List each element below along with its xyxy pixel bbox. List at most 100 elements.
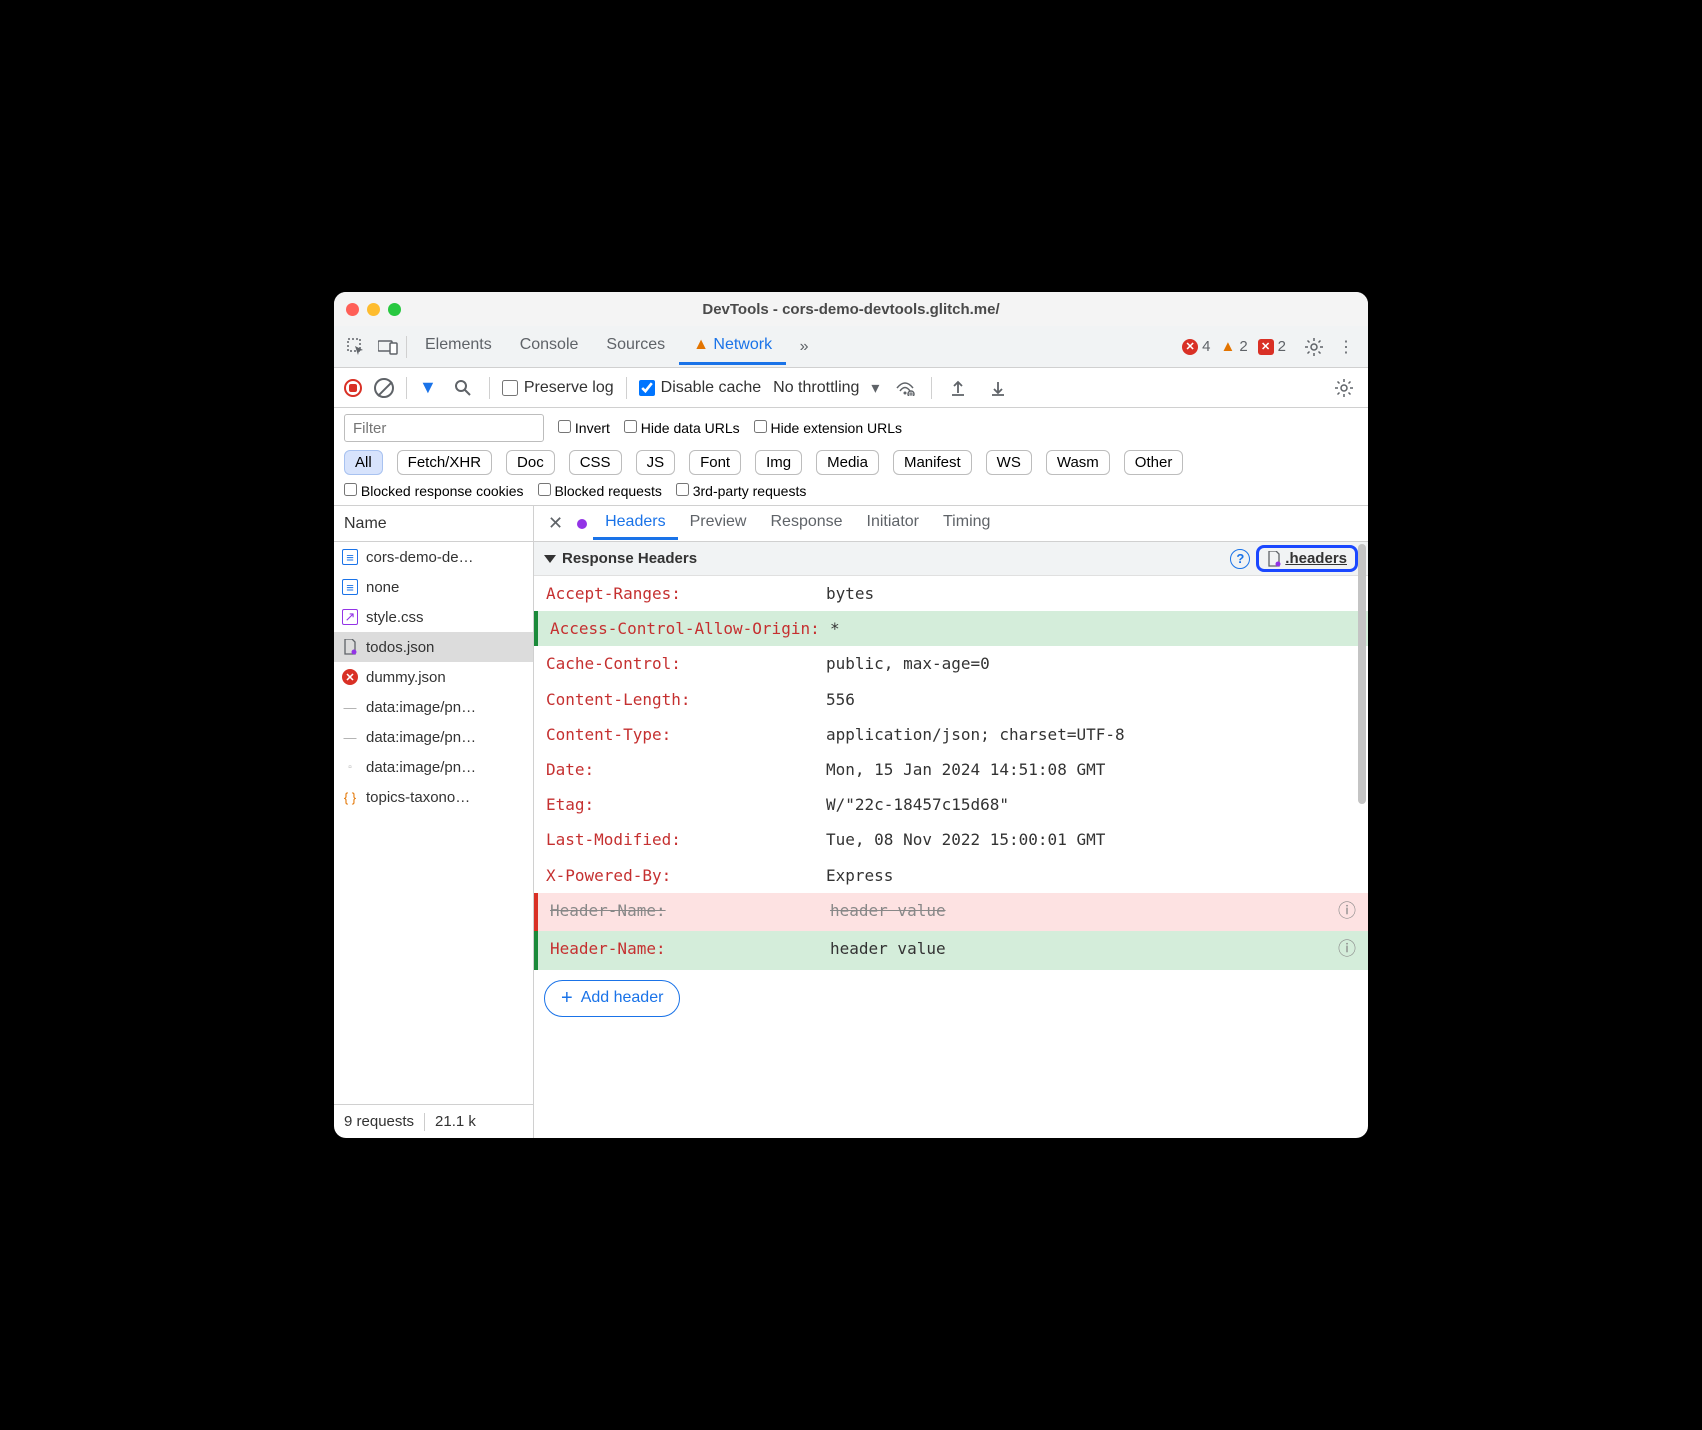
clear-icon[interactable]	[374, 378, 394, 398]
scrollbar[interactable]	[1358, 544, 1366, 804]
header-name: Date:	[546, 756, 826, 783]
error-counters[interactable]: ✕4 ▲2 ✕2	[1182, 338, 1286, 355]
request-row[interactable]: ≡none	[334, 572, 533, 602]
device-icon[interactable]	[374, 333, 402, 361]
add-header-button[interactable]: +Add header	[544, 980, 680, 1017]
transfer-size: 21.1 k	[435, 1113, 476, 1130]
header-value: header value	[830, 897, 1330, 928]
filter-chip-wasm[interactable]: Wasm	[1046, 450, 1110, 475]
filter-chip-css[interactable]: CSS	[569, 450, 622, 475]
window-title: DevTools - cors-demo-devtools.glitch.me/	[334, 301, 1368, 318]
panel-gear-icon[interactable]	[1330, 374, 1358, 402]
filter-chip-img[interactable]: Img	[755, 450, 802, 475]
close-detail-icon[interactable]: ✕	[540, 513, 571, 534]
network-conditions-icon[interactable]	[891, 374, 919, 402]
third-party-checkbox[interactable]: 3rd-party requests	[676, 483, 807, 499]
filter-chip-all[interactable]: All	[344, 450, 383, 475]
request-row[interactable]: ↗style.css	[334, 602, 533, 632]
help-icon[interactable]: ?	[1230, 549, 1250, 569]
warning-icon: ▲	[1220, 338, 1235, 355]
disable-cache-checkbox[interactable]: Disable cache	[639, 379, 762, 397]
info-icon[interactable]: ⓘ	[1338, 935, 1356, 966]
status-bar: 9 requests 21.1 k	[334, 1104, 533, 1138]
request-name: style.css	[366, 609, 424, 626]
filter-chip-ws[interactable]: WS	[986, 450, 1032, 475]
filter-bar: Invert Hide data URLs Hide extension URL…	[334, 408, 1368, 506]
inspect-icon[interactable]	[342, 333, 370, 361]
download-icon[interactable]	[984, 374, 1012, 402]
filter-chip-js[interactable]: JS	[636, 450, 676, 475]
disclosure-triangle-icon[interactable]	[544, 555, 556, 563]
header-row: Header-Name:header valueⓘ	[534, 931, 1368, 970]
hide-data-urls-checkbox[interactable]: Hide data URLs	[624, 420, 740, 436]
detail-tab-preview[interactable]: Preview	[678, 507, 759, 540]
more-tabs-icon[interactable]: »	[790, 333, 818, 361]
request-row[interactable]: { }topics-taxono…	[334, 782, 533, 812]
request-row[interactable]: —data:image/pn…	[334, 692, 533, 722]
blocked-cookies-checkbox[interactable]: Blocked response cookies	[344, 483, 524, 499]
tab-sources[interactable]: Sources	[592, 328, 679, 365]
gear-icon[interactable]	[1300, 333, 1328, 361]
divider	[406, 336, 407, 358]
header-name: Header-Name:	[550, 897, 830, 928]
filter-input[interactable]	[344, 414, 544, 442]
header-row: Cache-Control:public, max-age=0	[534, 646, 1368, 681]
request-list: ≡cors-demo-de…≡none↗style.css todos.json ✕…	[334, 542, 533, 1104]
filter-chip-media[interactable]: Media	[816, 450, 879, 475]
detail-tab-response[interactable]: Response	[758, 507, 854, 540]
header-name: Etag:	[546, 791, 826, 818]
header-row: X-Powered-By:Express	[534, 858, 1368, 893]
detail-tab-initiator[interactable]: Initiator	[855, 507, 931, 540]
invert-checkbox[interactable]: Invert	[558, 420, 610, 436]
request-row[interactable]: todos.json	[334, 632, 533, 662]
request-row[interactable]: ▫data:image/pn…	[334, 752, 533, 782]
request-name: cors-demo-de…	[366, 549, 474, 566]
network-toolbar: ▼ Preserve log Disable cache No throttli…	[334, 368, 1368, 408]
tab-elements[interactable]: Elements	[411, 328, 506, 365]
request-row[interactable]: —data:image/pn…	[334, 722, 533, 752]
hide-extension-urls-checkbox[interactable]: Hide extension URLs	[754, 420, 902, 436]
info-icon[interactable]: ⓘ	[1338, 897, 1356, 928]
headers-override-link[interactable]: .headers	[1256, 545, 1358, 572]
plus-icon: +	[561, 987, 573, 1010]
warning-icon: ▲	[693, 336, 709, 353]
header-row: Date:Mon, 15 Jan 2024 14:51:08 GMT	[534, 752, 1368, 787]
search-icon[interactable]	[449, 374, 477, 402]
request-row[interactable]: ✕dummy.json	[334, 662, 533, 692]
tab-network[interactable]: ▲ Network	[679, 328, 786, 365]
kebab-icon[interactable]: ⋮	[1332, 333, 1360, 361]
filter-chip-font[interactable]: Font	[689, 450, 741, 475]
detail-tab-timing[interactable]: Timing	[931, 507, 1002, 540]
header-value: 556	[826, 686, 1356, 713]
header-name: Last-Modified:	[546, 826, 826, 853]
titlebar: DevTools - cors-demo-devtools.glitch.me/	[334, 292, 1368, 326]
filter-chip-fetchxhr[interactable]: Fetch/XHR	[397, 450, 492, 475]
blocked-icon: ✕	[1258, 339, 1274, 355]
filter-chip-doc[interactable]: Doc	[506, 450, 555, 475]
header-row: Content-Type:application/json; charset=U…	[534, 717, 1368, 752]
header-row: Last-Modified:Tue, 08 Nov 2022 15:00:01 …	[534, 822, 1368, 857]
name-column-header[interactable]: Name	[334, 506, 533, 542]
headers-list: Accept-Ranges:bytesAccess-Control-Allow-…	[534, 576, 1368, 1138]
devtools-window: DevTools - cors-demo-devtools.glitch.me/…	[334, 292, 1368, 1138]
header-value: W/"22c-18457c15d68"	[826, 791, 1356, 818]
response-headers-section[interactable]: Response Headers ? .headers	[534, 542, 1368, 576]
throttling-select[interactable]: No throttling	[773, 379, 859, 397]
detail-tab-headers[interactable]: Headers	[593, 507, 677, 540]
section-title: Response Headers	[562, 550, 697, 567]
override-dot-icon	[577, 519, 587, 529]
upload-icon[interactable]	[944, 374, 972, 402]
blocked-requests-checkbox[interactable]: Blocked requests	[538, 483, 662, 499]
header-name: Content-Type:	[546, 721, 826, 748]
filter-chip-other[interactable]: Other	[1124, 450, 1184, 475]
preserve-log-checkbox[interactable]: Preserve log	[502, 379, 614, 397]
header-value: bytes	[826, 580, 1356, 607]
filter-chip-manifest[interactable]: Manifest	[893, 450, 972, 475]
filter-icon[interactable]: ▼	[419, 377, 437, 398]
tab-console[interactable]: Console	[506, 328, 593, 365]
request-name: todos.json	[366, 639, 434, 656]
chevron-down-icon[interactable]: ▾	[871, 378, 879, 398]
request-detail-panel: ✕ HeadersPreviewResponseInitiatorTiming …	[534, 506, 1368, 1138]
record-icon[interactable]	[344, 379, 362, 397]
request-row[interactable]: ≡cors-demo-de…	[334, 542, 533, 572]
